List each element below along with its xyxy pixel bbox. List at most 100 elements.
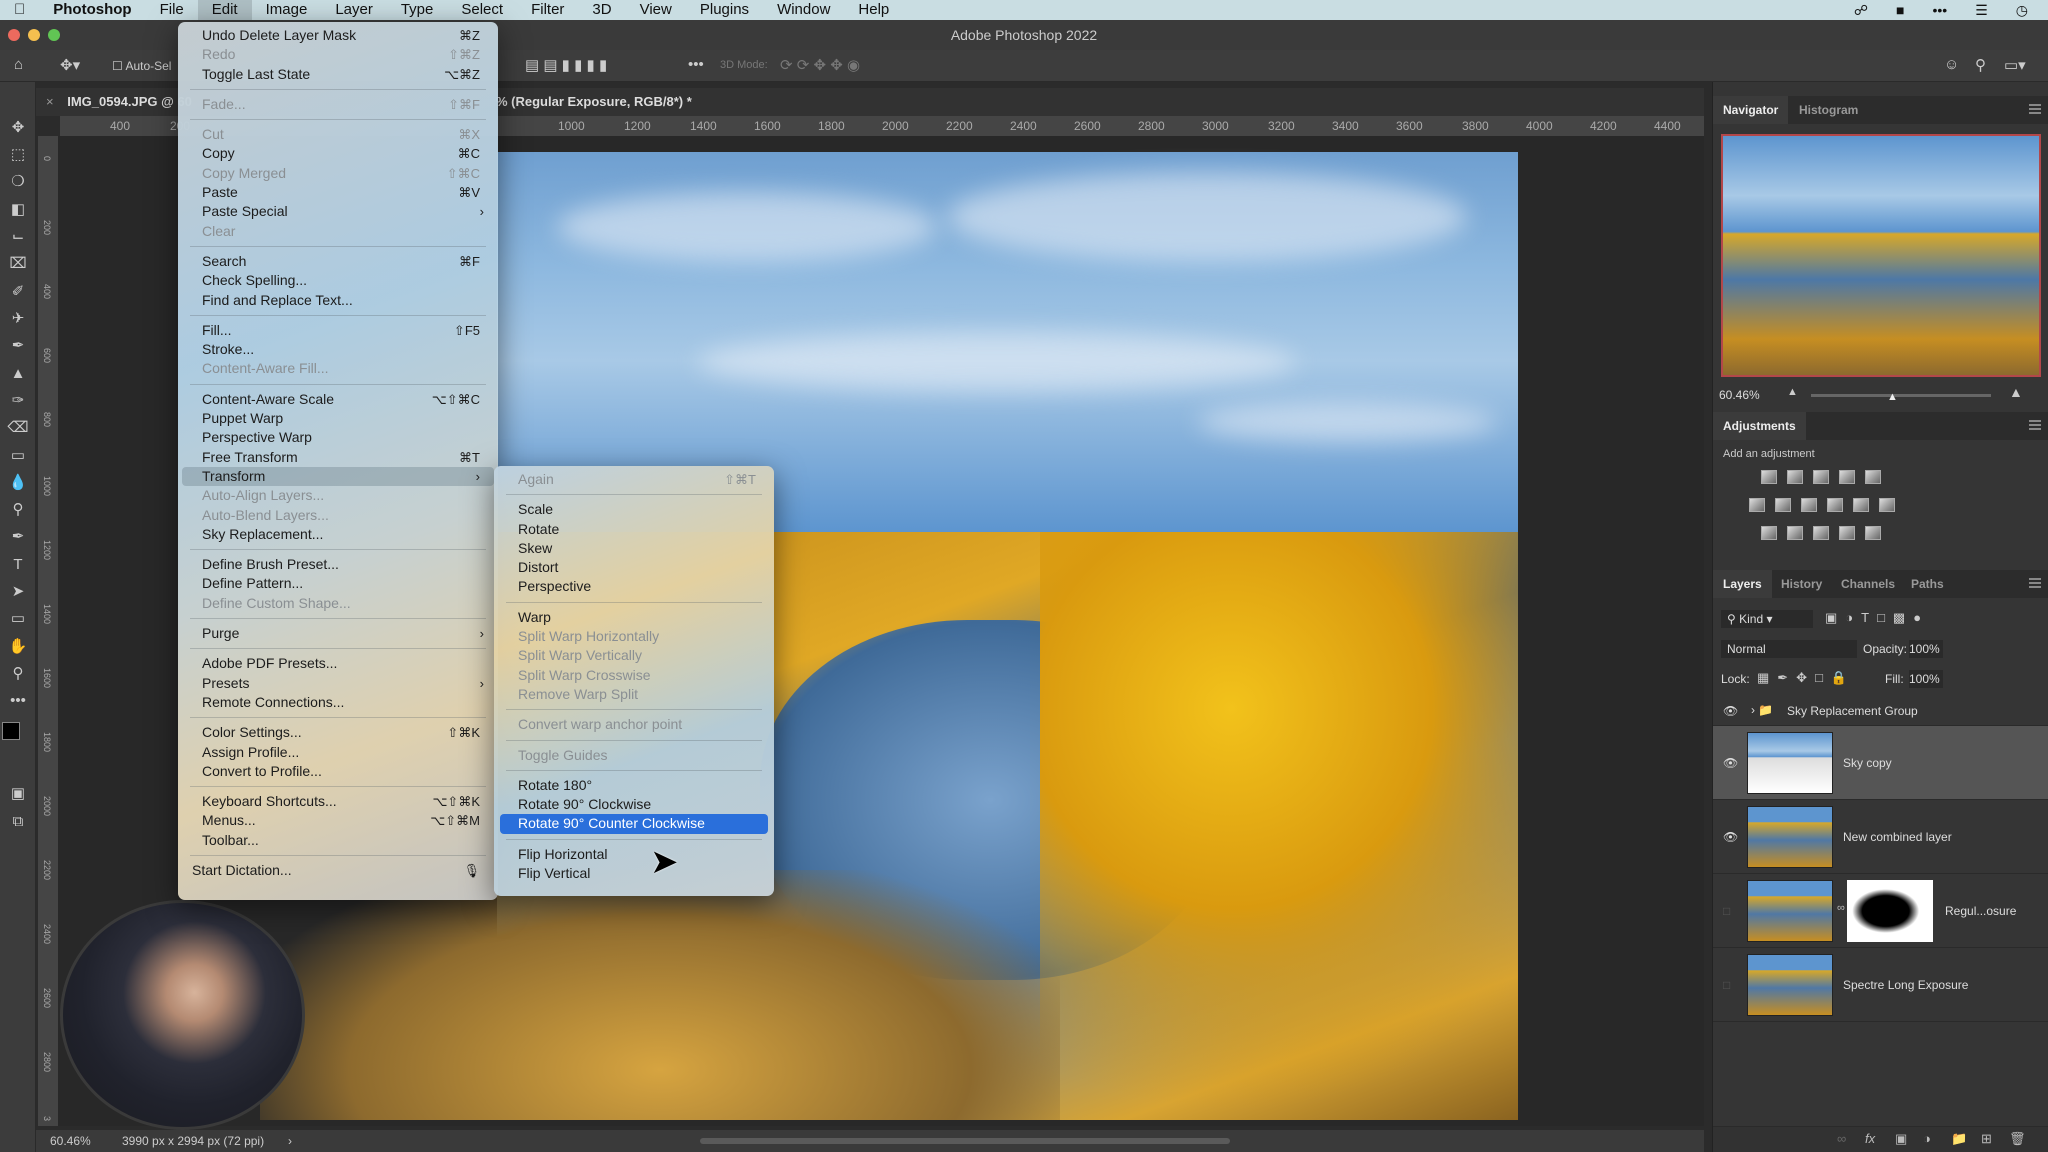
clock-icon[interactable]: ◷ <box>2016 0 2028 20</box>
menu-item-assign-profile[interactable]: Assign Profile... <box>178 743 498 762</box>
tab-navigator[interactable]: Navigator <box>1713 96 1789 124</box>
levels-icon[interactable] <box>1787 470 1803 484</box>
object-selection-tool-icon[interactable]: ◧ <box>6 198 30 222</box>
threshold-icon[interactable] <box>1813 526 1829 540</box>
menu-item-rotate-180[interactable]: Rotate 180° <box>494 776 774 795</box>
visibility-eye-icon[interactable]: 👁 <box>1723 830 1738 844</box>
channel-mixer-icon[interactable] <box>1853 498 1869 512</box>
search-icon[interactable]: ⚲ <box>1975 56 1986 74</box>
group-expand-chevron-icon[interactable]: › 📁 <box>1751 703 1773 717</box>
layer-filter-kind[interactable]: ⚲ Kind ▾ <box>1721 610 1813 628</box>
history-brush-tool-icon[interactable]: ✑ <box>6 389 30 413</box>
menu-item-copy[interactable]: Copy ⌘C <box>178 144 498 163</box>
tab-histogram[interactable]: Histogram <box>1789 96 1868 124</box>
hue-saturation-icon[interactable] <box>1749 498 1765 512</box>
menu-window[interactable]: Window <box>763 0 844 20</box>
tab-history[interactable]: History <box>1771 570 1832 598</box>
layers-menu-icon[interactable] <box>2029 578 2041 588</box>
workspace-icon[interactable]: ▭▾ <box>2004 56 2026 74</box>
tab-adjustments[interactable]: Adjustments <box>1713 412 1806 440</box>
menu-item-fill[interactable]: Fill... ⇧F5 <box>178 321 498 340</box>
menu-app-name[interactable]: Photoshop <box>39 0 145 20</box>
menu-item-menus[interactable]: Menus... ⌥⇧⌘M <box>178 811 498 830</box>
navigator-zoom-value[interactable]: 60.46% <box>1719 388 1760 402</box>
layer-row-group[interactable]: 👁 › 📁 Sky Replacement Group <box>1713 696 2048 726</box>
menu-file[interactable]: File <box>146 0 198 20</box>
color-balance-icon[interactable] <box>1775 498 1791 512</box>
dodge-tool-icon[interactable]: ⚲ <box>6 498 30 522</box>
menu-item-define-brush-preset[interactable]: Define Brush Preset... <box>178 555 498 574</box>
navigator-zoom-slider[interactable]: ▲ <box>1811 391 1991 403</box>
type-tool-icon[interactable]: T <box>6 553 30 577</box>
menu-item-convert-to-profile[interactable]: Convert to Profile... <box>178 762 498 781</box>
auto-select-checkbox[interactable]: ☐ Auto-Sel <box>112 59 171 73</box>
menu-item-perspective[interactable]: Perspective <box>494 577 774 596</box>
visibility-eye-icon[interactable]: 👁 <box>1723 756 1738 770</box>
selective-color-icon[interactable] <box>1839 526 1855 540</box>
new-layer-icon[interactable]: ⊞ <box>1981 1131 1992 1147</box>
posterize-icon[interactable] <box>1787 526 1803 540</box>
menu-item-keyboard-shortcuts[interactable]: Keyboard Shortcuts... ⌥⇧⌘K <box>178 792 498 811</box>
menu-item-rotate-90-counter-clockwise[interactable]: Rotate 90° Counter Clockwise <box>500 814 768 834</box>
menu-item-warp[interactable]: Warp <box>494 608 774 627</box>
brightness-contrast-icon[interactable] <box>1761 470 1777 484</box>
screen-record-icon[interactable]: ■ <box>1896 0 1904 20</box>
invert-icon[interactable] <box>1761 526 1777 540</box>
menu-item-remote-connections[interactable]: Remote Connections... <box>178 693 498 712</box>
adjustments-menu-icon[interactable] <box>2029 420 2041 430</box>
menu-item-adobe-pdf-presets[interactable]: Adobe PDF Presets... <box>178 654 498 673</box>
apple-icon[interactable]:  <box>0 0 39 20</box>
fill-input[interactable]: 100% <box>1909 670 1943 688</box>
layer-filter-icons[interactable]: ▣◑T□▩● <box>1825 610 1929 626</box>
align-icons[interactable]: ▤ ▤ ▮ ▮ ▮ ▮ <box>525 56 607 74</box>
frame-tool-icon[interactable]: ⌧ <box>6 252 30 276</box>
foreground-color-swatch[interactable] <box>2 722 20 740</box>
more-options-icon[interactable]: ••• <box>688 56 704 73</box>
menu-type[interactable]: Type <box>387 0 448 20</box>
eraser-tool-icon[interactable]: ⌫ <box>6 416 30 440</box>
menu-item-free-transform[interactable]: Free Transform ⌘T <box>178 448 498 467</box>
menu-item-stroke[interactable]: Stroke... <box>178 340 498 359</box>
menu-item-skew[interactable]: Skew <box>494 539 774 558</box>
menu-layer[interactable]: Layer <box>321 0 387 20</box>
zoom-tool-icon[interactable]: ⚲ <box>6 662 30 686</box>
edit-toolbar-icon[interactable]: ••• <box>6 689 30 713</box>
menu-item-start-dictation[interactable]: Start Dictation... 🎙 <box>178 861 498 880</box>
layer-row-sky-copy[interactable]: 👁 Sky copy <box>1713 726 2048 800</box>
navigator-preview[interactable] <box>1721 134 2041 377</box>
menu-plugins[interactable]: Plugins <box>686 0 763 20</box>
add-mask-icon[interactable]: ▣ <box>1895 1131 1907 1147</box>
status-zoom[interactable]: 60.46% <box>50 1130 91 1152</box>
menu-item-purge[interactable]: Purge › <box>178 624 498 643</box>
marquee-tool-icon[interactable]: ⬚ <box>6 143 30 167</box>
layer-row-regular-exposure[interactable]: □ ∞ Regul...osure <box>1713 874 2048 948</box>
creative-cloud-icon[interactable]: ☍ <box>1854 0 1868 20</box>
menu-item-find-and-replace-text[interactable]: Find and Replace Text... <box>178 291 498 310</box>
maximize-window-button[interactable] <box>48 29 60 41</box>
menu-item-presets[interactable]: Presets › <box>178 674 498 693</box>
mask-link-icon[interactable]: ∞ <box>1837 902 1845 914</box>
screen-mode-icon[interactable]: ⧉ <box>6 810 30 834</box>
menu-item-puppet-warp[interactable]: Puppet Warp <box>178 409 498 428</box>
close-window-button[interactable] <box>8 29 20 41</box>
navigator-menu-icon[interactable] <box>2029 104 2041 114</box>
status-more-chevron-icon[interactable]: › <box>288 1130 292 1152</box>
menu-help[interactable]: Help <box>844 0 903 20</box>
menu-item-sky-replacement[interactable]: Sky Replacement... <box>178 525 498 544</box>
menu-item-check-spelling[interactable]: Check Spelling... <box>178 271 498 290</box>
close-document-icon[interactable]: × <box>46 94 54 109</box>
menu-item-toggle-last-state[interactable]: Toggle Last State ⌥⌘Z <box>178 65 498 84</box>
home-icon[interactable]: ⌂ <box>14 56 23 73</box>
horizontal-scrollbar[interactable] <box>700 1138 1230 1144</box>
move-tool-icon[interactable]: ✥ <box>6 116 30 140</box>
visibility-eye-icon[interactable]: 👁 <box>1723 704 1738 718</box>
menu-item-undo-delete-layer-mask[interactable]: Undo Delete Layer Mask ⌘Z <box>178 26 498 45</box>
adjustment-layer-icon[interactable]: ◑ <box>1923 1131 1931 1146</box>
hand-tool-icon[interactable]: ✋ <box>6 635 30 659</box>
menu-view[interactable]: View <box>626 0 686 20</box>
layer-mask-thumbnail[interactable] <box>1847 880 1933 942</box>
menu-item-flip-horizontal[interactable]: Flip Horizontal <box>494 845 774 864</box>
menu-item-perspective-warp[interactable]: Perspective Warp <box>178 428 498 447</box>
move-tool-preset-icon[interactable]: ✥▾ <box>60 56 80 74</box>
blend-mode-select[interactable]: Normal <box>1721 640 1857 658</box>
